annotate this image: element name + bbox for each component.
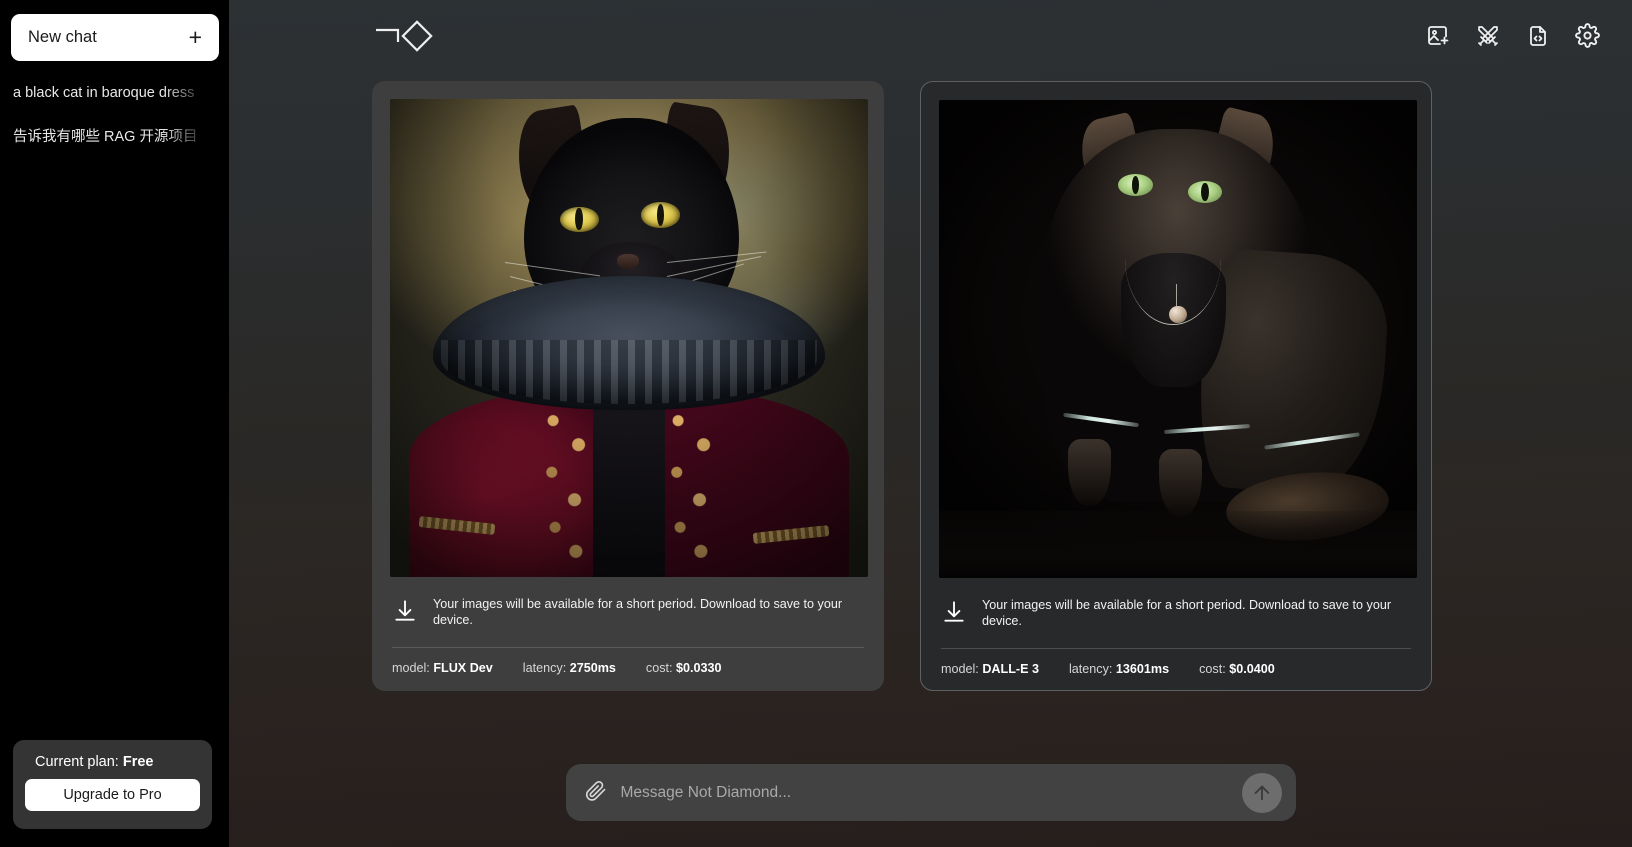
meta-model: model: DALL-E 3 (941, 662, 1039, 676)
message-composer (565, 764, 1296, 821)
plus-icon: + (188, 24, 202, 50)
header-actions (1421, 19, 1604, 52)
plan-card: Current plan: Free Upgrade to Pro (13, 740, 212, 829)
meta-model-value: DALL-E 3 (982, 662, 1039, 676)
new-chat-button[interactable]: New chat + (11, 14, 219, 61)
main-panel: Your images will be available for a shor… (229, 0, 1632, 847)
current-plan-text: Current plan: Free (35, 754, 200, 770)
chat-history-item-title: 告诉我有哪些 RAG 开源项目 (13, 128, 198, 145)
download-notice: Your images will be available for a shor… (390, 596, 866, 629)
meta-cost-key: cost: (645, 661, 673, 675)
meta-model-value: FLUX Dev (433, 661, 493, 675)
current-plan-label: Current plan: (35, 754, 119, 770)
new-chat-label: New chat (28, 28, 97, 46)
gear-icon[interactable] (1571, 19, 1604, 52)
paperclip-icon[interactable] (584, 779, 607, 807)
meta-cost: cost: $0.0330 (646, 661, 722, 675)
chat-history-item-title: a black cat in baroque dress (13, 85, 195, 101)
meta-latency: latency: 13601ms (1069, 662, 1169, 676)
meta-latency-key: latency: (1068, 662, 1113, 676)
image-plus-icon[interactable] (1421, 19, 1454, 52)
card-divider (941, 648, 1411, 649)
chat-history-item[interactable]: 告诉我有哪些 RAG 开源项目 (0, 114, 229, 156)
crossed-swords-icon[interactable] (1471, 19, 1504, 52)
image-result-card: Your images will be available for a shor… (920, 81, 1432, 691)
image-result-card: Your images will be available for a shor… (372, 81, 884, 691)
download-notice-text: Your images will be available for a shor… (982, 598, 1392, 628)
meta-cost-key: cost: (1199, 662, 1226, 676)
download-icon[interactable] (392, 598, 418, 629)
meta-cost-value: $0.0400 (1229, 662, 1275, 676)
meta-latency-key: latency: (522, 661, 567, 675)
generated-image[interactable] (390, 99, 868, 577)
corner-bracket-icon (376, 28, 400, 42)
meta-cost-value: $0.0330 (676, 661, 722, 675)
download-icon[interactable] (941, 599, 967, 630)
meta-latency-value: 2750ms (569, 661, 616, 675)
meta-latency: latency: 2750ms (523, 661, 616, 675)
file-code-icon[interactable] (1521, 19, 1554, 52)
chat-history-item[interactable]: a black cat in baroque dress (0, 72, 229, 114)
upgrade-to-pro-button[interactable]: Upgrade to Pro (25, 779, 200, 811)
top-bar (229, 0, 1632, 72)
send-button[interactable] (1241, 772, 1282, 813)
brand-logo (372, 16, 436, 56)
current-plan-value: Free (122, 754, 154, 770)
app-root: New chat + a black cat in baroque dress … (0, 0, 1632, 847)
sidebar: New chat + a black cat in baroque dress … (0, 0, 229, 847)
meta-cost: cost: $0.0400 (1199, 662, 1275, 676)
message-input[interactable] (620, 783, 1228, 802)
meta-model-key: model: (392, 661, 430, 675)
image-metadata: model: DALL-E 3 latency: 13601ms cost: $… (939, 662, 1413, 676)
chat-history-list: a black cat in baroque dress 告诉我有哪些 RAG … (0, 72, 229, 156)
download-notice-text: Your images will be available for a shor… (433, 597, 843, 627)
meta-latency-value: 13601ms (1115, 662, 1170, 676)
image-metadata: model: FLUX Dev latency: 2750ms cost: $0… (390, 661, 866, 675)
image-results-row: Your images will be available for a shor… (229, 81, 1632, 691)
diamond-icon (401, 20, 433, 52)
card-divider (392, 647, 864, 648)
generated-image[interactable] (939, 100, 1417, 578)
meta-model-key: model: (941, 662, 979, 676)
meta-model: model: FLUX Dev (392, 661, 493, 675)
download-notice: Your images will be available for a shor… (939, 597, 1413, 630)
